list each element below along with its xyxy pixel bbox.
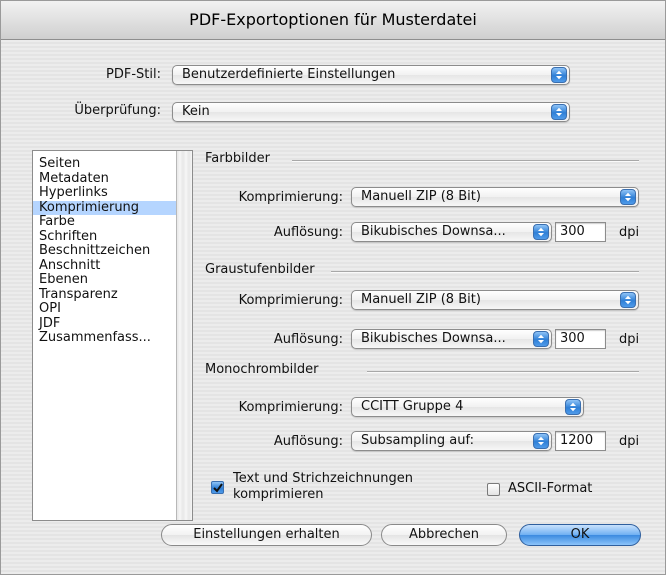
sidebar-item[interactable]: Transparenz xyxy=(33,287,178,303)
mono-resolution-input[interactable]: 1200 xyxy=(555,431,606,451)
ok-button[interactable]: OK xyxy=(519,524,641,546)
cancel-button[interactable]: Abbrechen xyxy=(381,524,507,546)
pdf-style-popup[interactable]: Benutzerdefinierte Einstellungen xyxy=(172,65,570,85)
section-title-color: Farbbilder xyxy=(205,151,270,166)
gray-compression-popup[interactable]: Manuell ZIP (8 Bit) xyxy=(351,290,639,310)
color-resolution-input[interactable]: 300 xyxy=(555,222,606,242)
compress-text-line2: komprimieren xyxy=(233,487,324,502)
dialog-title: PDF-Exportoptionen für Musterdatei xyxy=(1,1,665,40)
mono-resolution-unit: dpi xyxy=(619,434,640,449)
gray-resolution-input[interactable]: 300 xyxy=(555,329,606,349)
mono-resolution-method: Subsampling auf: xyxy=(361,433,474,448)
gray-resolution-popup[interactable]: Bikubisches Downsa... xyxy=(351,329,552,349)
gray-resolution-label: Auflösung: xyxy=(273,332,343,347)
sidebar-item[interactable]: Zusammenfass... xyxy=(33,330,178,346)
color-resolution-popup[interactable]: Bikubisches Downsa... xyxy=(351,222,552,242)
ascii-format-label: ASCII-Format xyxy=(508,481,593,496)
sidebar-item[interactable]: Hyperlinks xyxy=(33,185,178,201)
sidebar-item[interactable]: JDF xyxy=(33,316,178,332)
popup-arrows-icon xyxy=(551,67,567,83)
category-list-items: Seiten Metadaten Hyperlinks Komprimierung Fa… xyxy=(33,156,178,346)
gray-compression-value: Manuell ZIP (8 Bit) xyxy=(361,292,481,307)
sidebar-item[interactable]: Farbe xyxy=(33,214,178,230)
sidebar-item[interactable]: Beschnittzeichen xyxy=(33,243,178,259)
check-label: Überprüfung: xyxy=(74,103,161,118)
section-title-gray: Graustufenbilder xyxy=(205,262,315,277)
compress-text-line1: Text und Strichzeichnungen xyxy=(233,471,414,486)
color-compression-value: Manuell ZIP (8 Bit) xyxy=(361,189,481,204)
popup-arrows-icon xyxy=(620,292,636,308)
sidebar-item[interactable]: Ebenen xyxy=(33,272,178,288)
gray-resolution-unit: dpi xyxy=(619,332,640,347)
popup-arrows-icon xyxy=(533,433,549,449)
export-dialog: PDF-Exportoptionen für Musterdatei PDF-S… xyxy=(0,0,666,575)
list-scrollbar[interactable] xyxy=(176,151,192,520)
mono-compression-value: CCITT Gruppe 4 xyxy=(361,399,464,414)
section-divider xyxy=(292,160,639,162)
check-popup[interactable]: Kein xyxy=(172,102,570,122)
section-divider xyxy=(367,371,639,373)
sidebar-item[interactable]: Komprimierung xyxy=(33,200,178,215)
popup-arrows-icon xyxy=(620,189,636,205)
section-title-mono: Monochrombilder xyxy=(205,362,319,377)
compress-text-checkbox[interactable] xyxy=(211,481,224,494)
gray-compression-label: Komprimierung: xyxy=(238,293,343,308)
color-resolution-method: Bikubisches Downsa... xyxy=(361,224,506,239)
popup-arrows-icon xyxy=(533,331,549,347)
pdf-style-value: Benutzerdefinierte Einstellungen xyxy=(182,67,396,82)
mono-compression-popup[interactable]: CCITT Gruppe 4 xyxy=(351,397,584,417)
color-compression-label: Komprimierung: xyxy=(238,190,343,205)
color-resolution-unit: dpi xyxy=(619,225,640,240)
mono-compression-label: Komprimierung: xyxy=(238,400,343,415)
sidebar-item[interactable]: Seiten xyxy=(33,156,178,172)
sidebar-item[interactable]: Schriften xyxy=(33,229,178,245)
pdf-style-label: PDF-Stil: xyxy=(106,67,161,82)
sidebar-item[interactable]: Metadaten xyxy=(33,171,178,187)
section-divider xyxy=(331,271,639,273)
compress-text-label: Text und Strichzeichnungen komprimieren xyxy=(233,471,413,503)
gray-resolution-method: Bikubisches Downsa... xyxy=(361,331,506,346)
category-list[interactable]: Seiten Metadaten Hyperlinks Komprimierung Fa… xyxy=(32,150,193,521)
sidebar-item[interactable]: OPI xyxy=(33,301,178,317)
color-compression-popup[interactable]: Manuell ZIP (8 Bit) xyxy=(351,187,639,207)
popup-arrows-icon xyxy=(565,399,581,415)
popup-arrows-icon xyxy=(551,104,567,120)
ascii-format-checkbox[interactable] xyxy=(487,483,500,496)
popup-arrows-icon xyxy=(533,224,549,240)
checkmark-icon xyxy=(213,483,223,493)
keep-settings-button[interactable]: Einstellungen erhalten xyxy=(161,524,372,546)
mono-resolution-label: Auflösung: xyxy=(273,434,343,449)
mono-resolution-popup[interactable]: Subsampling auf: xyxy=(351,431,552,451)
color-resolution-label: Auflösung: xyxy=(273,225,343,240)
sidebar-item[interactable]: Anschnitt xyxy=(33,258,178,274)
check-value: Kein xyxy=(182,104,210,119)
